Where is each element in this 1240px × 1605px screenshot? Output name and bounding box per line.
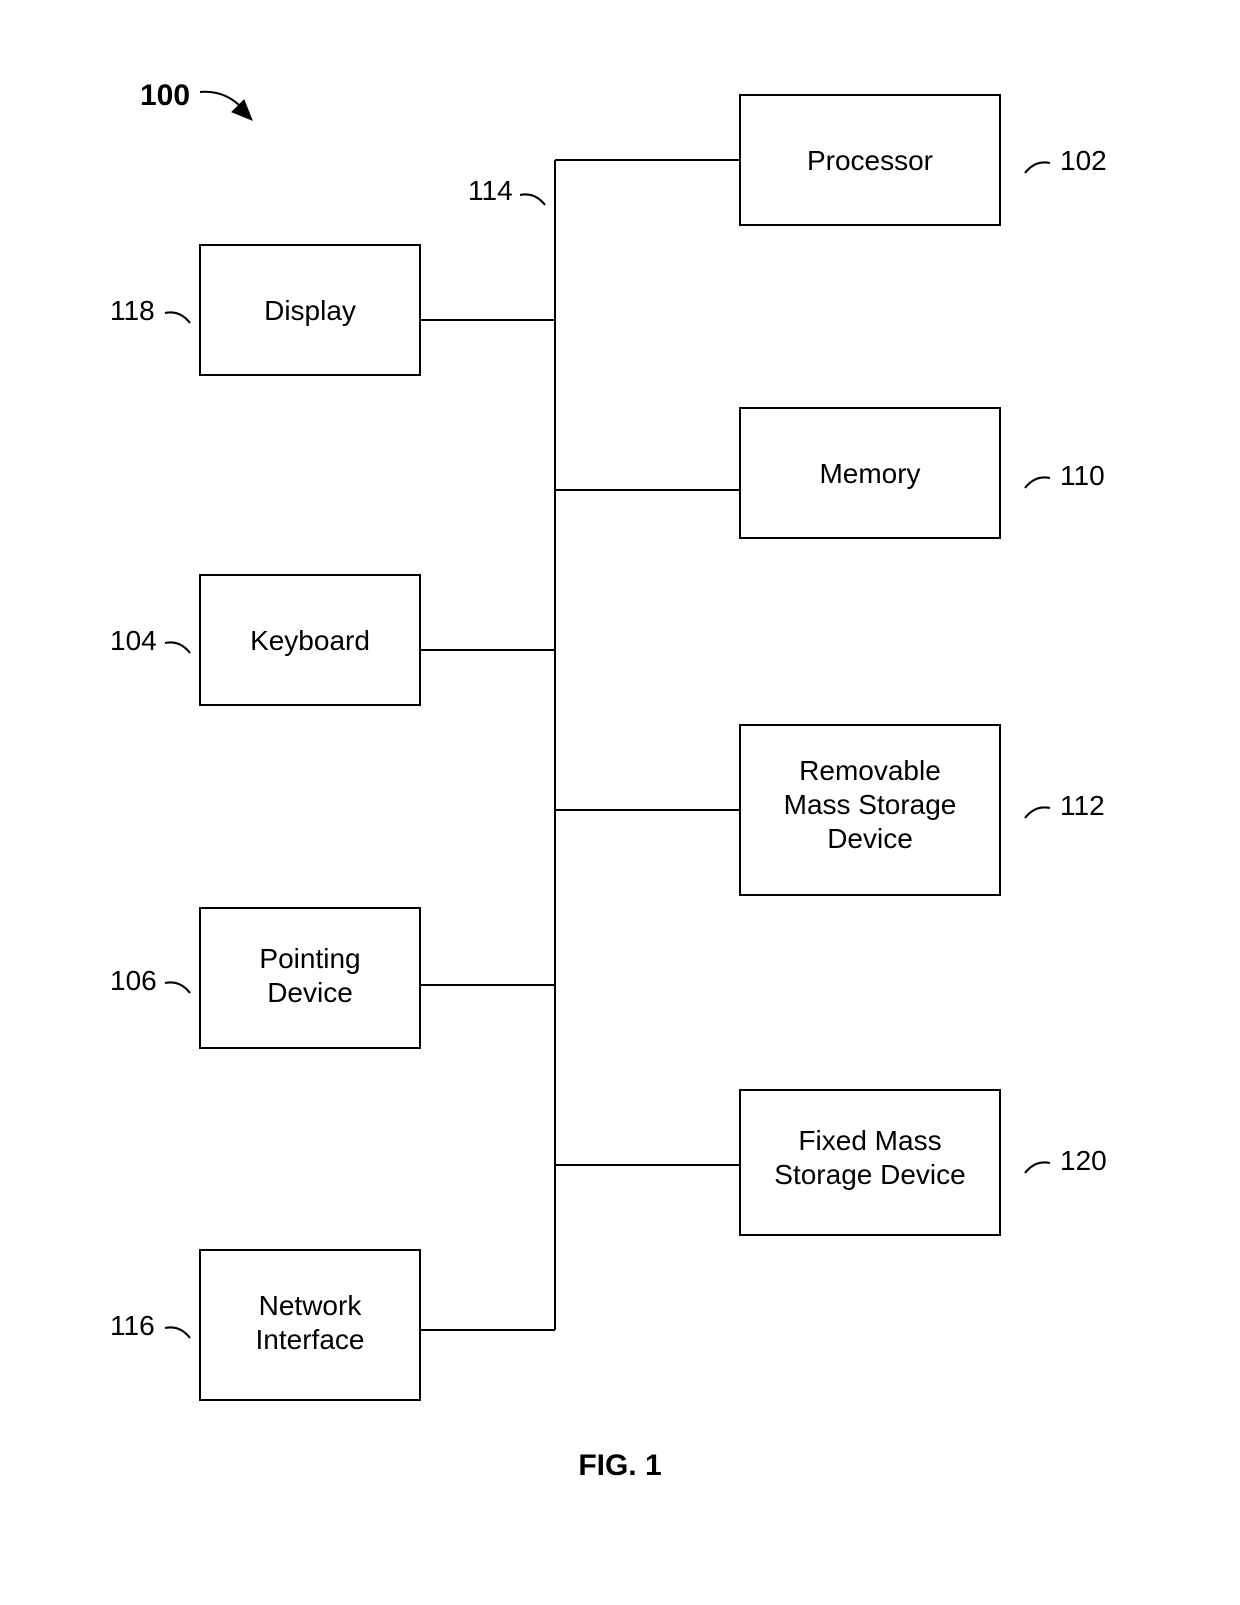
ref-removable-lead bbox=[1025, 807, 1050, 818]
label-memory: Memory bbox=[819, 458, 920, 489]
label-network-l1: Network bbox=[259, 1290, 363, 1321]
ref-pointing-lead bbox=[165, 982, 190, 993]
ref-fixed-lead bbox=[1025, 1162, 1050, 1173]
ref-processor: 102 bbox=[1060, 145, 1107, 176]
ref-fixed: 120 bbox=[1060, 1145, 1107, 1176]
ref-memory: 110 bbox=[1060, 460, 1105, 491]
system-ref: 100 bbox=[140, 79, 190, 112]
bus-ref: 114 bbox=[468, 175, 513, 206]
label-display: Display bbox=[264, 295, 356, 326]
ref-removable: 112 bbox=[1060, 790, 1105, 821]
ref-network: 116 bbox=[110, 1310, 155, 1341]
ref-processor-lead bbox=[1025, 162, 1050, 173]
label-pointing-l2: Device bbox=[267, 977, 353, 1008]
system-ref-arrow-shaft bbox=[200, 92, 242, 108]
label-removable-l2: Mass Storage bbox=[784, 789, 957, 820]
label-fixed-l2: Storage Device bbox=[774, 1159, 965, 1190]
figure-diagram: 100 114 Display 118 Keyboard 104 Pointin… bbox=[0, 0, 1240, 1605]
ref-pointing: 106 bbox=[110, 965, 157, 996]
label-network-l2: Interface bbox=[256, 1324, 365, 1355]
ref-memory-lead bbox=[1025, 477, 1050, 488]
ref-network-lead bbox=[165, 1327, 190, 1338]
system-ref-arrow-head bbox=[232, 100, 252, 120]
bus-ref-lead bbox=[520, 194, 545, 205]
label-fixed-l1: Fixed Mass bbox=[798, 1125, 941, 1156]
ref-display: 118 bbox=[110, 295, 155, 326]
label-keyboard: Keyboard bbox=[250, 625, 370, 656]
label-removable-l3: Device bbox=[827, 823, 913, 854]
ref-display-lead bbox=[165, 312, 190, 323]
ref-keyboard-lead bbox=[165, 642, 190, 653]
label-pointing-l1: Pointing bbox=[259, 943, 360, 974]
label-removable-l1: Removable bbox=[799, 755, 941, 786]
ref-keyboard: 104 bbox=[110, 625, 157, 656]
label-processor: Processor bbox=[807, 145, 933, 176]
figure-caption: FIG. 1 bbox=[578, 1449, 661, 1482]
